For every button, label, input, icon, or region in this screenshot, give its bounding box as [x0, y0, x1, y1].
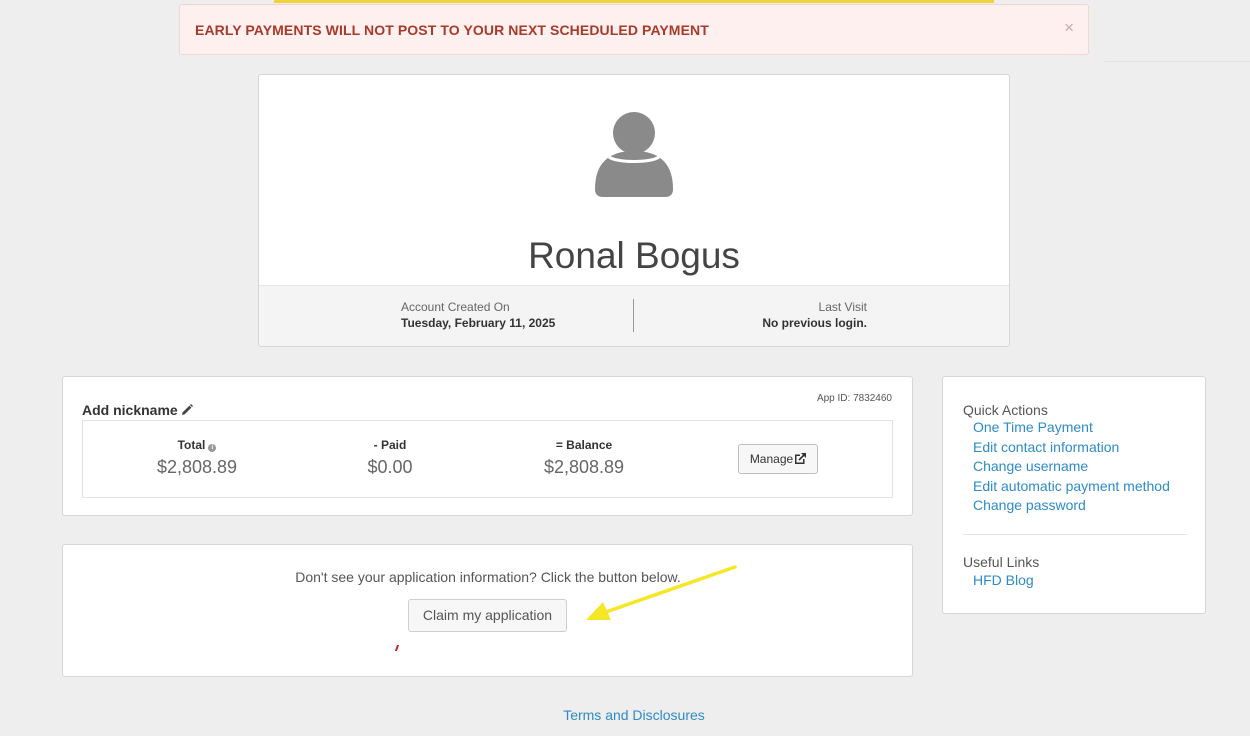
total-column: Total i $2,808.89	[117, 437, 277, 479]
user-silhouette-icon	[595, 112, 673, 197]
alert-message: EARLY PAYMENTS WILL NOT POST TO YOUR NEX…	[195, 22, 709, 38]
balance-column: = Balance $2,808.89	[504, 437, 664, 479]
add-nickname-link[interactable]: Add nickname	[82, 402, 193, 418]
profile-card: Ronal Bogus Account Created On Tuesday, …	[258, 74, 1010, 347]
balance-value: $2,808.89	[543, 457, 625, 477]
annotation-arrow-icon	[586, 565, 737, 620]
quick-action-change-password[interactable]: Change password	[973, 496, 1170, 516]
account-created-label: Account Created On	[401, 300, 510, 314]
quick-action-change-username[interactable]: Change username	[973, 457, 1170, 477]
quick-action-edit-autopay[interactable]: Edit automatic payment method	[973, 477, 1170, 497]
quick-actions-divider	[963, 534, 1187, 535]
manage-button[interactable]: Manage	[738, 444, 818, 474]
balance-summary: Total i $2,808.89 - Paid $0.00 = Balance …	[82, 420, 893, 498]
paid-label: - Paid	[373, 438, 407, 452]
useful-link-hfd-blog[interactable]: HFD Blog	[973, 571, 1034, 590]
close-icon[interactable]: ×	[1064, 19, 1074, 36]
red-mark	[392, 645, 400, 651]
total-value: $2,808.89	[156, 457, 238, 477]
profile-name: Ronal Bogus	[528, 235, 740, 276]
last-visit-value: No previous login.	[762, 316, 867, 330]
account-summary-card: App ID: 7832460 Add nickname Total i $2,8…	[62, 376, 913, 516]
account-created: Account Created On Tuesday, February 11,…	[401, 300, 555, 332]
info-icon[interactable]: i	[208, 444, 217, 452]
app-id: App ID: 7832460	[816, 393, 892, 404]
useful-links-title: Useful Links	[963, 554, 1040, 570]
manage-button-label: Manage	[749, 452, 794, 466]
paid-column: - Paid $0.00	[310, 437, 470, 479]
quick-actions-card: Quick Actions One Time Payment Edit cont…	[942, 376, 1206, 614]
claim-instructions: Don't see your application information? …	[295, 569, 681, 585]
account-created-value: Tuesday, February 11, 2025	[401, 316, 556, 330]
external-link-icon	[795, 453, 807, 464]
last-visit: Last Visit No previous login.	[761, 300, 867, 332]
nickname-label: Add nickname	[82, 402, 178, 418]
pencil-icon[interactable]	[181, 404, 193, 416]
balance-label: = Balance	[555, 438, 613, 452]
claim-application-card: Don't see your application information? …	[62, 544, 913, 677]
profile-meta-bar: Account Created On Tuesday, February 11,…	[259, 285, 1009, 346]
terms-link[interactable]: Terms and Disclosures	[0, 707, 1250, 723]
useful-links-list: HFD Blog	[973, 571, 1034, 590]
quick-action-one-time-payment[interactable]: One Time Payment	[973, 418, 1170, 438]
paid-value: $0.00	[367, 457, 413, 477]
divider-line	[1105, 61, 1250, 62]
last-visit-label: Last Visit	[818, 300, 867, 314]
early-payment-alert: EARLY PAYMENTS WILL NOT POST TO YOUR NEX…	[179, 4, 1089, 55]
claim-application-button[interactable]: Claim my application	[408, 599, 567, 632]
quick-actions-title: Quick Actions	[963, 402, 1048, 418]
meta-divider	[633, 299, 634, 332]
quick-actions-list: One Time Payment Edit contact informatio…	[973, 418, 1170, 516]
total-label: Total i	[117, 437, 277, 453]
top-accent-strip	[274, 0, 994, 3]
quick-action-edit-contact[interactable]: Edit contact information	[973, 438, 1170, 458]
